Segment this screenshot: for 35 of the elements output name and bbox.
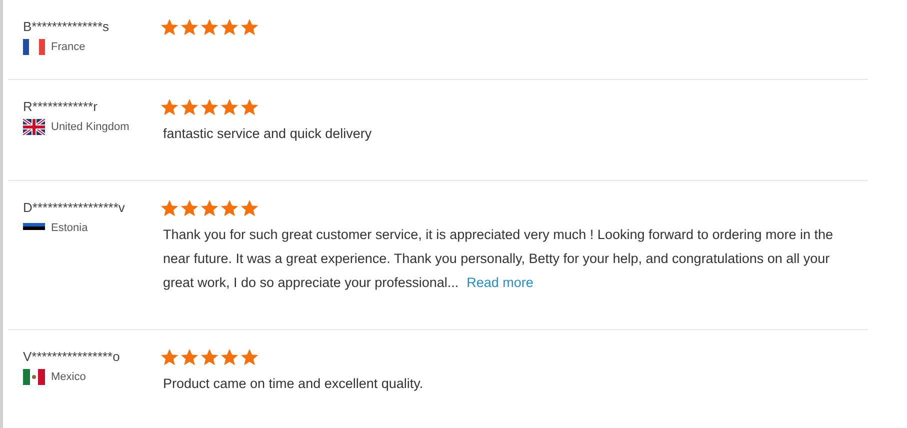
star-icon xyxy=(220,98,239,117)
review-text: Product came on time and excellent quality. xyxy=(163,375,424,393)
flag-icon xyxy=(23,39,45,55)
country-name: Mexico xyxy=(51,371,86,383)
star-icon xyxy=(240,98,259,117)
star-icon xyxy=(200,199,219,218)
country-name: France xyxy=(51,41,86,53)
star-icon xyxy=(180,348,199,367)
star-icon xyxy=(200,18,219,37)
star-icon xyxy=(240,348,259,367)
country-name: Estonia xyxy=(51,222,88,234)
star-icon xyxy=(180,199,199,218)
review-text: fantastic service and quick delivery xyxy=(163,125,373,143)
star-icon xyxy=(160,348,179,367)
star-icon xyxy=(240,18,259,37)
reviewer-name: V****************o xyxy=(23,348,120,366)
star-icon xyxy=(160,18,179,37)
star-icon xyxy=(160,199,179,218)
star-icon xyxy=(180,98,199,117)
country-name: United Kingdom xyxy=(51,121,130,133)
star-icon xyxy=(240,199,259,218)
flag-icon xyxy=(23,369,45,385)
reviewer-name: B**************s xyxy=(23,18,109,36)
read-more-link[interactable]: Read more xyxy=(466,275,534,290)
reviewer-name: R************r xyxy=(23,98,98,116)
reviewer-name: D*****************v xyxy=(23,199,125,217)
star-icon xyxy=(200,98,219,117)
star-icon xyxy=(220,348,239,367)
review-text: Thank you for such great customer service, it is appreciated very much ! Looking forward to ordering more in the near future. It was a great experience. Thank you personally, Betty for your help, and congratulations on all your great work, I do so appreciate your professional... Read more xyxy=(163,226,834,292)
star-icon xyxy=(220,18,239,37)
star-icon xyxy=(200,348,219,367)
star-icon xyxy=(160,98,179,117)
star-icon xyxy=(220,199,239,218)
star-icon xyxy=(180,18,199,37)
flag-icon xyxy=(23,119,45,135)
